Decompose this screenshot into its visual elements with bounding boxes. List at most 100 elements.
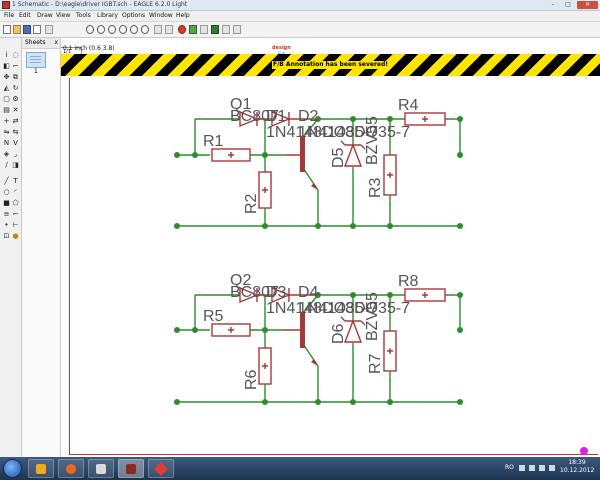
zoom-select-icon[interactable] — [130, 25, 138, 34]
r4-label: R8 — [398, 273, 419, 290]
sheet-thumbnail[interactable] — [26, 52, 46, 68]
emitter-arrow — [311, 359, 318, 366]
d2-label: D2 — [298, 108, 319, 125]
new-file-icon[interactable] — [3, 25, 11, 34]
zener-value: BZV55 — [364, 292, 381, 341]
smash-icon[interactable]: ◈ — [3, 151, 10, 158]
r1-label: R1 — [203, 133, 224, 150]
close-button[interactable]: ✕ — [577, 1, 598, 9]
show-icon[interactable]: ◌ — [12, 52, 19, 59]
cam-icon[interactable] — [45, 25, 53, 34]
net-icon[interactable]: ⌐ — [12, 211, 19, 218]
copy-icon[interactable]: ⧉ — [12, 74, 19, 81]
polygon-icon[interactable]: ⬠ — [12, 200, 19, 207]
zoom-out-icon[interactable] — [108, 25, 116, 34]
erc-icon[interactable]: ● — [12, 233, 19, 240]
mark-icon[interactable]: ⌐ — [12, 63, 19, 70]
rotate-icon[interactable]: ↻ — [12, 85, 19, 92]
gateswap-icon[interactable]: ⇆ — [12, 129, 19, 136]
print-icon[interactable] — [33, 25, 41, 34]
taskbar-firefox[interactable] — [58, 459, 84, 478]
schematic-drawing[interactable]: Q1 BC807 D1 1N4148DO35-7 D2 1N4148DO35-7… — [61, 54, 600, 456]
split-icon[interactable]: ∕ — [3, 162, 10, 169]
flag-icon[interactable] — [549, 465, 555, 471]
pinswap-icon[interactable]: ⇄ — [12, 118, 19, 125]
menu-options[interactable]: Options — [122, 11, 145, 21]
title-bar: 1 Schematic - D:\eagle\driver IGBT.sch -… — [0, 0, 600, 11]
redo-icon[interactable] — [165, 25, 173, 34]
delete-icon[interactable]: ✕ — [12, 107, 19, 114]
rect-icon[interactable]: ■ — [3, 200, 10, 207]
r1-label: R5 — [203, 308, 224, 325]
tray-show-hidden-icon[interactable] — [519, 465, 525, 471]
taskbar-eagle[interactable] — [118, 459, 144, 478]
bus-icon[interactable]: ≡ — [3, 211, 10, 218]
status-indicator-icon[interactable] — [580, 447, 588, 455]
wire-icon[interactable]: ╱ — [3, 178, 10, 185]
add-icon[interactable]: + — [3, 118, 10, 125]
zener-value: BZV55 — [364, 116, 381, 165]
name-icon[interactable]: N — [3, 140, 10, 147]
menu-library[interactable]: Library — [97, 11, 118, 21]
undo-icon[interactable] — [154, 25, 162, 34]
change-icon[interactable]: ⚙ — [12, 96, 19, 103]
paste-icon[interactable]: ▤ — [3, 107, 10, 114]
replace-icon[interactable]: ⇋ — [3, 129, 10, 136]
clock-date: 10.12.2012 — [560, 467, 595, 474]
close-panel-icon[interactable]: x — [51, 38, 58, 48]
circle-icon[interactable]: ○ — [3, 189, 10, 196]
label-icon[interactable]: ⊢ — [12, 222, 19, 229]
zoom-fit-icon[interactable] — [86, 25, 94, 34]
menu-draw[interactable]: Draw — [37, 11, 53, 21]
driver-circuit-1: Q1 BC807 D1 1N4148DO35-7 D2 1N4148DO35-7… — [174, 96, 463, 229]
clock[interactable]: 18:39 10.12.2012 — [560, 459, 594, 475]
text-icon[interactable]: T — [12, 178, 19, 185]
menu-bar: File Edit Draw View Tools Library Option… — [0, 11, 600, 22]
volume-icon[interactable] — [539, 465, 545, 471]
arc-icon[interactable]: ◜ — [12, 189, 19, 196]
transistor-body — [300, 312, 305, 348]
group-icon[interactable]: ▢ — [3, 96, 10, 103]
language-indicator[interactable]: RO — [505, 464, 514, 471]
taskbar-media-player[interactable] — [28, 459, 54, 478]
ulp-icon[interactable] — [233, 25, 241, 34]
redraw-icon[interactable] — [119, 25, 127, 34]
move-icon[interactable]: ✥ — [3, 74, 10, 81]
sheets-header: Sheets x — [22, 38, 60, 49]
menu-tools[interactable]: Tools — [76, 11, 91, 21]
open-folder-icon[interactable] — [13, 25, 21, 34]
eagle-app-icon[interactable] — [2, 1, 10, 9]
menu-help[interactable]: Help — [176, 11, 190, 21]
maximize-button[interactable]: □ — [561, 1, 575, 9]
miter-icon[interactable]: ⌟ — [12, 151, 19, 158]
info-icon[interactable]: i — [3, 52, 10, 59]
network-icon[interactable] — [529, 465, 535, 471]
taskbar-app[interactable] — [148, 459, 174, 478]
invoke-icon[interactable]: ◨ — [12, 162, 19, 169]
junction-icon[interactable]: • — [3, 222, 10, 229]
mirror-icon[interactable]: ◭ — [3, 85, 10, 92]
r3-label: R7 — [367, 353, 384, 374]
menu-file[interactable]: File — [4, 11, 14, 21]
board-switch-icon[interactable] — [200, 25, 208, 34]
stop-icon[interactable] — [178, 25, 186, 34]
display-icon[interactable]: ◧ — [3, 63, 10, 70]
script-icon[interactable] — [222, 25, 230, 34]
taskbar: RO 18:39 10.12.2012 — [0, 457, 600, 480]
start-button[interactable] — [3, 459, 22, 478]
d2-value: 1N4148DO35-7 — [298, 124, 410, 141]
zoom-in-icon[interactable] — [97, 25, 105, 34]
d1-label: D3 — [266, 284, 287, 301]
value-icon[interactable]: V — [12, 140, 19, 147]
toolbar: 1/1 design link — [0, 22, 600, 56]
erc-check-icon[interactable] — [189, 25, 197, 34]
go-icon[interactable] — [211, 25, 219, 34]
save-icon[interactable] — [23, 25, 31, 34]
menu-edit[interactable]: Edit — [19, 11, 31, 21]
zoom-last-icon[interactable] — [141, 25, 149, 34]
attribute-icon[interactable]: ⊡ — [3, 233, 10, 240]
menu-window[interactable]: Window — [149, 11, 173, 21]
minimize-button[interactable]: – — [546, 1, 560, 9]
taskbar-calculator[interactable] — [88, 459, 114, 478]
menu-view[interactable]: View — [56, 11, 70, 21]
